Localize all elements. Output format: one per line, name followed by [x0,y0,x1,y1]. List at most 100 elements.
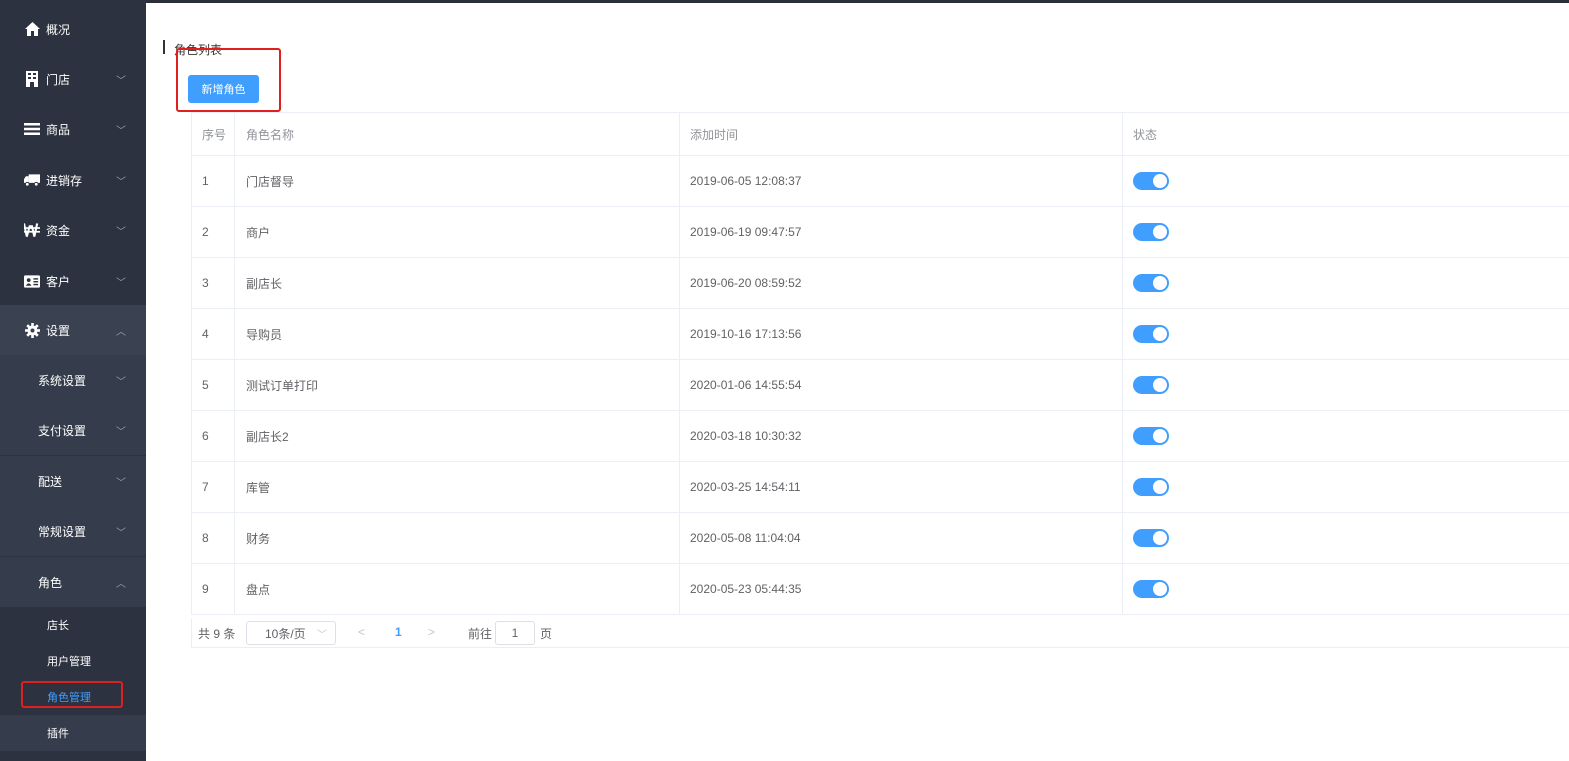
sidebar-item-label: 商品 [46,122,71,137]
sidebar-item-label: 资金 [46,223,71,238]
cell-added-time: 2020-05-08 11:04:04 [680,513,1123,563]
sidebar: 概况 门店 ﹀ 商品 ﹀ 进销存 ﹀ 资金 ﹀ 客户 ﹀ 设置 ︿ 系统设置 ﹀… [0,0,146,761]
sidebar-item-store[interactable]: 门店 ﹀ [0,54,146,104]
sidebar-item-label: 系统设置 [38,373,87,388]
table-row: 5 测试订单打印 2020-01-06 14:55:54 [192,360,1569,411]
pagination-total: 共 9 条 [198,627,236,641]
chevron-down-icon: ﹀ [116,226,126,238]
chevron-down-icon: ﹀ [116,527,126,539]
gear-icon [24,322,40,338]
sidebar-leaf-store-manager[interactable]: 店长 [0,607,146,643]
sidebar-item-label: 设置 [46,323,71,338]
cell-no: 8 [192,513,235,563]
cell-added-time: 2019-06-20 08:59:52 [680,258,1123,308]
pagination: 共 9 条 10条/页 ﹀ < 1 > 前往 页 [191,618,1569,648]
sidebar-item-label: 客户 [46,274,71,289]
cell-added-time: 2019-10-16 17:13:56 [680,309,1123,359]
list-icon [24,121,40,137]
prev-page-button[interactable]: < [358,625,365,639]
top-bar [0,0,1569,3]
sidebar-sub-general-settings[interactable]: 常规设置 ﹀ [0,506,146,556]
sidebar-sub-role[interactable]: 角色 ︿ [0,557,146,607]
goto-page-input[interactable] [495,621,535,645]
status-toggle[interactable] [1133,376,1169,394]
sidebar-sub-payment-settings[interactable]: 支付设置 ﹀ [0,405,146,455]
cell-added-time: 2020-03-25 14:54:11 [680,462,1123,512]
chevron-down-icon: ﹀ [116,75,126,87]
sidebar-sub-system-settings[interactable]: 系统设置 ﹀ [0,355,146,405]
sidebar-item-inventory[interactable]: 进销存 ﹀ [0,155,146,205]
page-size-select[interactable]: 10条/页 ﹀ [246,621,336,645]
status-toggle[interactable] [1133,580,1169,598]
next-page-button[interactable]: > [428,625,435,639]
table-row: 7 库管 2020-03-25 14:54:11 [192,462,1569,513]
sidebar-item-plugin[interactable]: 插件 [0,715,146,751]
highlight-box-role-management [21,681,123,708]
cell-status [1123,207,1569,257]
chevron-up-icon: ︿ [116,326,126,338]
goto-label: 前往 [468,627,493,641]
status-toggle[interactable] [1133,325,1169,343]
page-unit-label: 页 [540,627,553,641]
sidebar-item-overview[interactable]: 概况 [0,4,146,54]
cell-added-time: 2020-03-18 10:30:32 [680,411,1123,461]
table-row: 6 副店长2 2020-03-18 10:30:32 [192,411,1569,462]
cell-status [1123,258,1569,308]
cell-no: 9 [192,564,235,614]
status-toggle[interactable] [1133,172,1169,190]
truck-icon [24,172,40,188]
sidebar-item-goods[interactable]: 商品 ﹀ [0,104,146,154]
cell-role-name: 盘点 [235,564,680,614]
cell-no: 1 [192,156,235,206]
won-icon [24,222,40,238]
column-header-status: 状态 [1133,127,1158,142]
building-icon [24,71,40,87]
cell-status [1123,156,1569,206]
cell-no: 6 [192,411,235,461]
cell-role-name: 副店长2 [235,411,680,461]
status-toggle[interactable] [1133,274,1169,292]
sidebar-item-label: 概况 [46,22,71,37]
table-row: 4 导购员 2019-10-16 17:13:56 [192,309,1569,360]
sidebar-item-label: 支付设置 [38,423,87,438]
sidebar-item-label: 用户管理 [47,656,91,668]
chevron-down-icon: ﹀ [116,477,126,489]
role-table: 序号 角色名称 添加时间 状态 1 门店督导 2019-06-05 12:08:37… [191,112,1569,615]
status-toggle[interactable] [1133,478,1169,496]
page-size-value: 10条/页 [265,626,306,641]
status-toggle[interactable] [1133,223,1169,241]
cell-role-name: 库管 [235,462,680,512]
sidebar-item-label: 插件 [47,728,69,740]
cell-no: 2 [192,207,235,257]
table-row: 2 商户 2019-06-19 09:47:57 [192,207,1569,258]
sidebar-item-funds[interactable]: 资金 ﹀ [0,205,146,255]
cell-no: 7 [192,462,235,512]
cell-added-time: 2019-06-19 09:47:57 [680,207,1123,257]
title-marker [163,40,165,54]
sidebar-leaf-user-management[interactable]: 用户管理 [0,643,146,679]
sidebar-sub-delivery[interactable]: 配送 ﹀ [0,456,146,506]
status-toggle[interactable] [1133,529,1169,547]
cell-added-time: 2020-01-06 14:55:54 [680,360,1123,410]
sidebar-item-settings[interactable]: 设置 ︿ [0,305,146,355]
cell-no: 5 [192,360,235,410]
chevron-down-icon: ﹀ [116,125,126,137]
table-row: 8 财务 2020-05-08 11:04:04 [192,513,1569,564]
sidebar-item-label: 进销存 [46,173,83,188]
cell-role-name: 导购员 [235,309,680,359]
page-number-current[interactable]: 1 [395,625,402,639]
chevron-down-icon: ﹀ [116,426,126,438]
cell-role-name: 商户 [235,207,680,257]
table-row: 9 盘点 2020-05-23 05:44:35 [192,564,1569,615]
chevron-down-icon: ﹀ [116,277,126,289]
chevron-up-icon: ︿ [116,578,126,590]
table-row: 3 副店长 2019-06-20 08:59:52 [192,258,1569,309]
home-icon [24,21,40,37]
cell-status [1123,564,1569,614]
sidebar-item-label: 常规设置 [38,524,87,539]
sidebar-item-label: 门店 [46,72,71,87]
status-toggle[interactable] [1133,427,1169,445]
sidebar-item-customer[interactable]: 客户 ﹀ [0,256,146,306]
column-header-no: 序号 [192,113,235,155]
cell-role-name: 财务 [235,513,680,563]
